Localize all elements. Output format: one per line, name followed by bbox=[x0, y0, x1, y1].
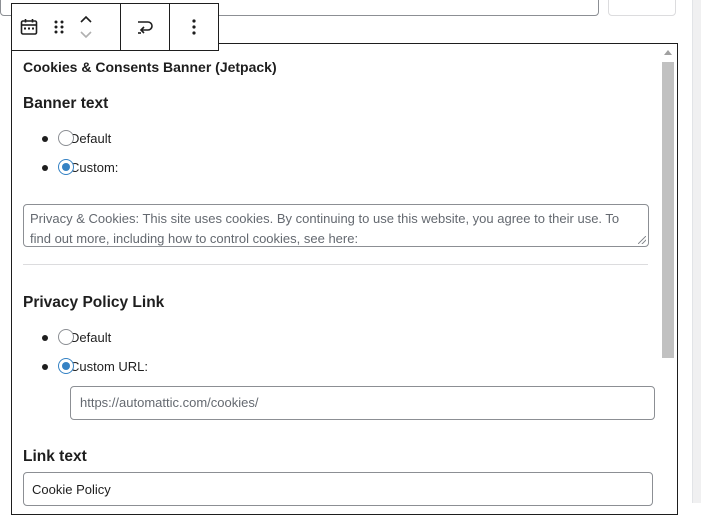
option-label: Custom: bbox=[70, 160, 119, 175]
more-vertical-icon bbox=[192, 19, 196, 35]
panel-scrollbar[interactable] bbox=[662, 48, 674, 514]
radio-default[interactable] bbox=[58, 329, 74, 345]
privacy-option-custom-url[interactable]: Custom URL: bbox=[23, 352, 148, 381]
move-up-button[interactable] bbox=[79, 11, 93, 27]
block-toolbar-group-main bbox=[12, 4, 120, 50]
custom-banner-textarea[interactable]: Privacy & Cookies: This site uses cookie… bbox=[23, 204, 649, 247]
option-label: Custom URL: bbox=[70, 359, 149, 374]
option-label: Default bbox=[70, 131, 112, 146]
list-bullet bbox=[42, 165, 48, 171]
scroll-up-arrow-icon[interactable] bbox=[664, 50, 672, 55]
chevron-up-icon bbox=[80, 15, 92, 23]
banner-text-options: Default Custom: bbox=[23, 124, 118, 182]
block-toolbar-group-options bbox=[169, 4, 218, 50]
block-toolbar bbox=[11, 3, 219, 51]
list-bullet bbox=[42, 335, 48, 341]
drag-handle-button[interactable] bbox=[44, 4, 74, 50]
custom-banner-text: Privacy & Cookies: This site uses cookie… bbox=[30, 211, 620, 246]
list-bullet bbox=[42, 136, 48, 142]
section-divider bbox=[23, 264, 648, 265]
custom-url-placeholder: https://automattic.com/cookies/ bbox=[80, 395, 259, 410]
resize-handle-icon[interactable] bbox=[638, 236, 646, 244]
editor-sidebar-edge bbox=[692, 0, 701, 503]
option-label: Default bbox=[70, 330, 112, 345]
banner-text-option-custom[interactable]: Custom: bbox=[23, 153, 118, 182]
block-movers bbox=[74, 4, 98, 50]
drag-handle-icon bbox=[54, 20, 64, 34]
radio-custom[interactable] bbox=[58, 159, 74, 175]
privacy-option-default[interactable]: Default bbox=[23, 323, 148, 352]
link-text-heading: Link text bbox=[23, 448, 87, 465]
link-text-value: Cookie Policy bbox=[32, 482, 111, 497]
banner-text-heading: Banner text bbox=[23, 95, 109, 112]
background-button bbox=[608, 0, 676, 16]
banner-text-option-default[interactable]: Default bbox=[23, 124, 118, 153]
block-toolbar-group-transform bbox=[120, 4, 169, 50]
calendar-icon bbox=[20, 19, 38, 35]
radio-default[interactable] bbox=[58, 130, 74, 146]
widget-form-panel: Cookies & Consents Banner (Jetpack) Bann… bbox=[11, 43, 678, 515]
link-transform-icon bbox=[138, 21, 154, 34]
move-down-button[interactable] bbox=[79, 27, 93, 43]
privacy-policy-heading: Privacy Policy Link bbox=[23, 294, 165, 311]
widget-title: Cookies & Consents Banner (Jetpack) bbox=[23, 59, 277, 75]
scrollbar-thumb[interactable] bbox=[662, 62, 674, 358]
privacy-policy-options: Default Custom URL: bbox=[23, 323, 148, 381]
options-button[interactable] bbox=[179, 4, 209, 50]
transform-button[interactable] bbox=[130, 4, 160, 50]
link-text-input[interactable]: Cookie Policy bbox=[23, 472, 653, 506]
list-bullet bbox=[42, 364, 48, 370]
radio-custom-url[interactable] bbox=[58, 358, 74, 374]
chevron-down-icon bbox=[80, 31, 92, 39]
custom-url-input[interactable]: https://automattic.com/cookies/ bbox=[70, 386, 655, 420]
block-type-button[interactable] bbox=[14, 4, 44, 50]
